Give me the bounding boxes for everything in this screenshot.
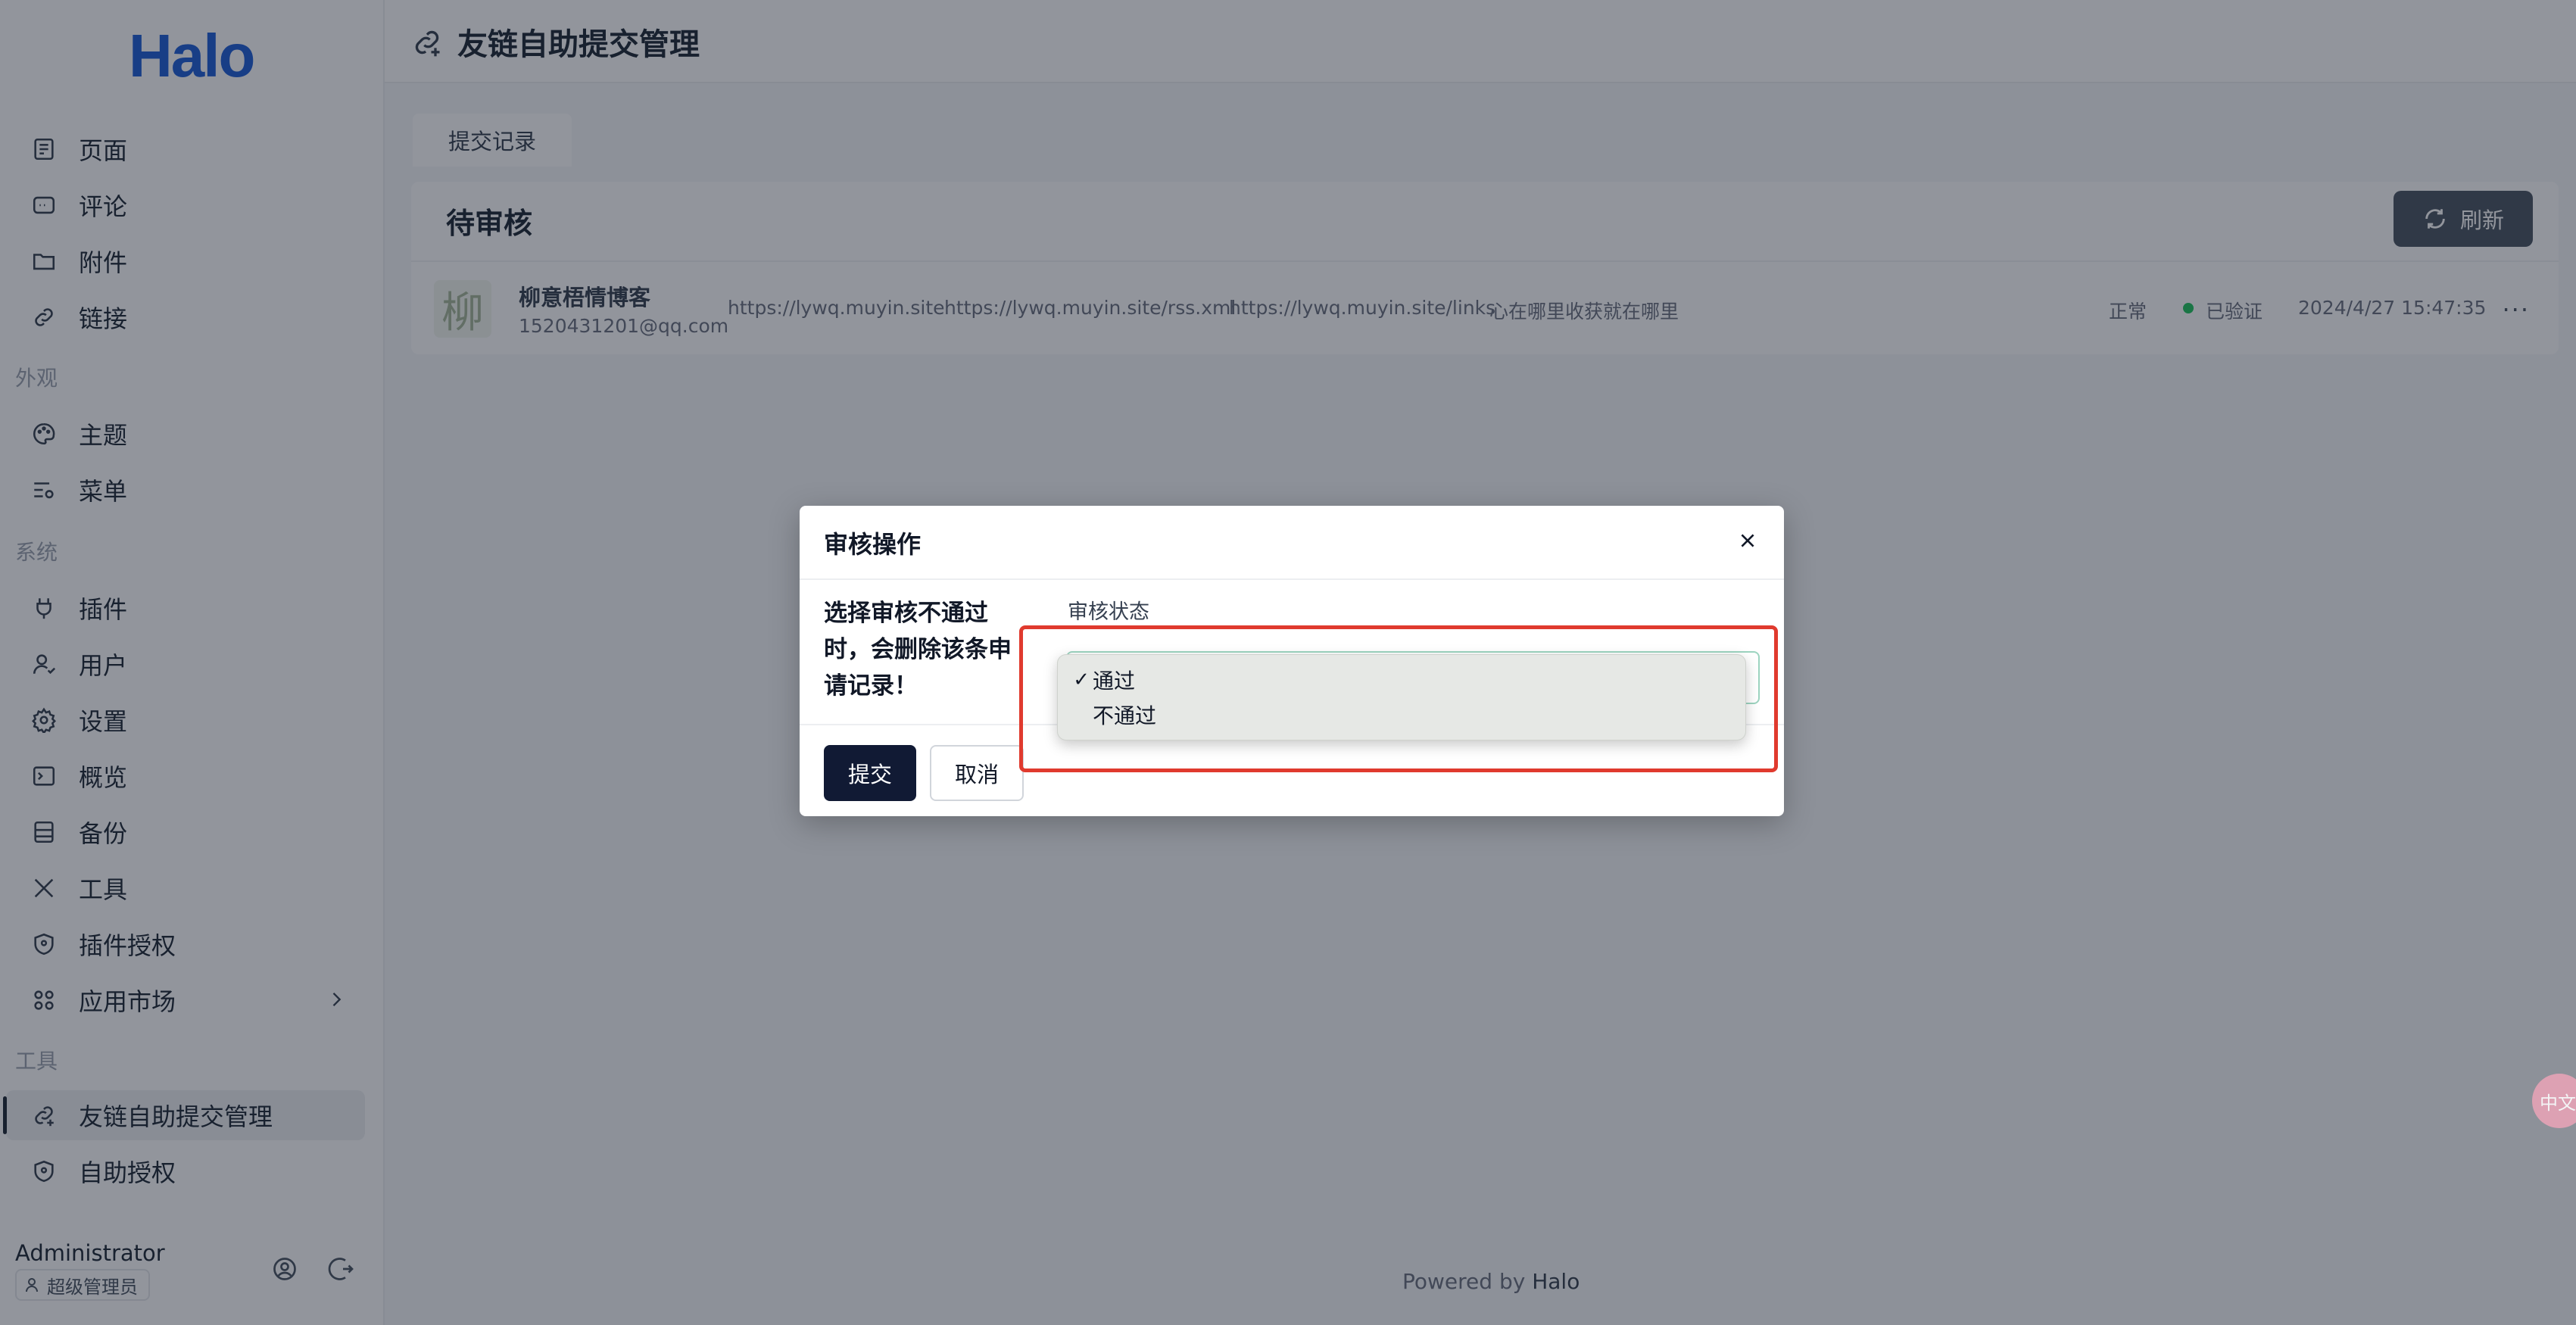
cancel-button[interactable]: 取消	[930, 745, 1024, 801]
review-status-label: 审核状态	[1068, 600, 1149, 624]
divider	[800, 578, 1784, 580]
close-icon	[1741, 534, 1754, 547]
submit-button[interactable]: 提交	[824, 745, 916, 801]
highlight-annotation	[1019, 625, 1778, 772]
warning-text: 选择审核不通过时，会删除该条申请记录！	[824, 600, 1012, 700]
modal-title: 审核操作	[824, 530, 922, 559]
translate-label: 中文	[2540, 1092, 2576, 1114]
close-button[interactable]	[1729, 522, 1766, 559]
